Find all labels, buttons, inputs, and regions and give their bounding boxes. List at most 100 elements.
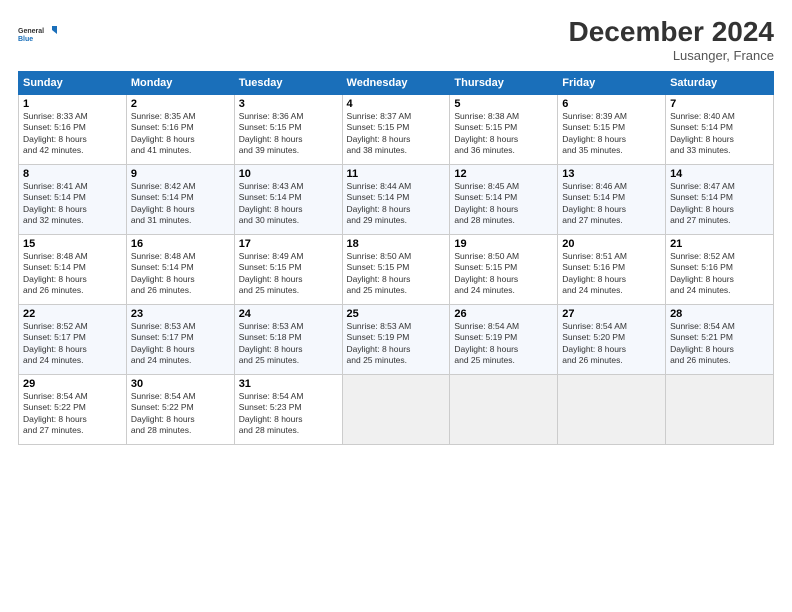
day-number: 29 xyxy=(23,378,122,390)
day-number: 9 xyxy=(131,168,230,180)
day-info: Sunrise: 8:44 AMSunset: 5:14 PMDaylight:… xyxy=(347,181,412,225)
day-number: 17 xyxy=(239,238,338,250)
day-number: 22 xyxy=(23,308,122,320)
day-info: Sunrise: 8:43 AMSunset: 5:14 PMDaylight:… xyxy=(239,181,304,225)
subtitle: Lusanger, France xyxy=(569,48,774,63)
calendar-cell xyxy=(450,375,558,445)
day-number: 24 xyxy=(239,308,338,320)
col-sunday: Sunday xyxy=(19,72,127,95)
day-info: Sunrise: 8:54 AMSunset: 5:19 PMDaylight:… xyxy=(454,321,519,365)
svg-text:General: General xyxy=(18,28,44,35)
day-info: Sunrise: 8:47 AMSunset: 5:14 PMDaylight:… xyxy=(670,181,735,225)
day-number: 7 xyxy=(670,98,769,110)
calendar-cell: 23Sunrise: 8:53 AMSunset: 5:17 PMDayligh… xyxy=(126,305,234,375)
day-info: Sunrise: 8:50 AMSunset: 5:15 PMDaylight:… xyxy=(454,251,519,295)
calendar-cell: 14Sunrise: 8:47 AMSunset: 5:14 PMDayligh… xyxy=(666,165,774,235)
day-number: 3 xyxy=(239,98,338,110)
calendar-row-1: 8Sunrise: 8:41 AMSunset: 5:14 PMDaylight… xyxy=(19,165,774,235)
calendar-cell: 11Sunrise: 8:44 AMSunset: 5:14 PMDayligh… xyxy=(342,165,450,235)
day-number: 18 xyxy=(347,238,446,250)
day-info: Sunrise: 8:51 AMSunset: 5:16 PMDaylight:… xyxy=(562,251,627,295)
calendar-cell: 25Sunrise: 8:53 AMSunset: 5:19 PMDayligh… xyxy=(342,305,450,375)
day-info: Sunrise: 8:39 AMSunset: 5:15 PMDaylight:… xyxy=(562,111,627,155)
calendar-cell: 13Sunrise: 8:46 AMSunset: 5:14 PMDayligh… xyxy=(558,165,666,235)
calendar-row-0: 1Sunrise: 8:33 AMSunset: 5:16 PMDaylight… xyxy=(19,95,774,165)
calendar-cell: 28Sunrise: 8:54 AMSunset: 5:21 PMDayligh… xyxy=(666,305,774,375)
col-thursday: Thursday xyxy=(450,72,558,95)
calendar-cell: 15Sunrise: 8:48 AMSunset: 5:14 PMDayligh… xyxy=(19,235,127,305)
day-info: Sunrise: 8:37 AMSunset: 5:15 PMDaylight:… xyxy=(347,111,412,155)
calendar-cell: 12Sunrise: 8:45 AMSunset: 5:14 PMDayligh… xyxy=(450,165,558,235)
day-number: 8 xyxy=(23,168,122,180)
day-number: 10 xyxy=(239,168,338,180)
day-number: 16 xyxy=(131,238,230,250)
calendar-cell: 20Sunrise: 8:51 AMSunset: 5:16 PMDayligh… xyxy=(558,235,666,305)
day-info: Sunrise: 8:46 AMSunset: 5:14 PMDaylight:… xyxy=(562,181,627,225)
day-info: Sunrise: 8:54 AMSunset: 5:22 PMDaylight:… xyxy=(23,391,88,435)
day-number: 11 xyxy=(347,168,446,180)
main-title: December 2024 xyxy=(569,16,774,48)
day-info: Sunrise: 8:52 AMSunset: 5:17 PMDaylight:… xyxy=(23,321,88,365)
calendar-cell: 4Sunrise: 8:37 AMSunset: 5:15 PMDaylight… xyxy=(342,95,450,165)
day-number: 21 xyxy=(670,238,769,250)
col-tuesday: Tuesday xyxy=(234,72,342,95)
calendar-cell: 6Sunrise: 8:39 AMSunset: 5:15 PMDaylight… xyxy=(558,95,666,165)
calendar-cell: 7Sunrise: 8:40 AMSunset: 5:14 PMDaylight… xyxy=(666,95,774,165)
svg-text:Blue: Blue xyxy=(18,36,33,43)
day-info: Sunrise: 8:54 AMSunset: 5:21 PMDaylight:… xyxy=(670,321,735,365)
calendar-cell: 27Sunrise: 8:54 AMSunset: 5:20 PMDayligh… xyxy=(558,305,666,375)
day-number: 31 xyxy=(239,378,338,390)
calendar-cell xyxy=(558,375,666,445)
day-number: 28 xyxy=(670,308,769,320)
day-info: Sunrise: 8:50 AMSunset: 5:15 PMDaylight:… xyxy=(347,251,412,295)
day-info: Sunrise: 8:38 AMSunset: 5:15 PMDaylight:… xyxy=(454,111,519,155)
day-info: Sunrise: 8:53 AMSunset: 5:19 PMDaylight:… xyxy=(347,321,412,365)
calendar-cell: 8Sunrise: 8:41 AMSunset: 5:14 PMDaylight… xyxy=(19,165,127,235)
day-number: 30 xyxy=(131,378,230,390)
day-info: Sunrise: 8:52 AMSunset: 5:16 PMDaylight:… xyxy=(670,251,735,295)
calendar-cell: 1Sunrise: 8:33 AMSunset: 5:16 PMDaylight… xyxy=(19,95,127,165)
day-info: Sunrise: 8:42 AMSunset: 5:14 PMDaylight:… xyxy=(131,181,196,225)
calendar-cell: 30Sunrise: 8:54 AMSunset: 5:22 PMDayligh… xyxy=(126,375,234,445)
calendar-cell: 21Sunrise: 8:52 AMSunset: 5:16 PMDayligh… xyxy=(666,235,774,305)
day-info: Sunrise: 8:49 AMSunset: 5:15 PMDaylight:… xyxy=(239,251,304,295)
calendar-cell xyxy=(666,375,774,445)
day-number: 14 xyxy=(670,168,769,180)
day-info: Sunrise: 8:45 AMSunset: 5:14 PMDaylight:… xyxy=(454,181,519,225)
day-info: Sunrise: 8:54 AMSunset: 5:22 PMDaylight:… xyxy=(131,391,196,435)
day-number: 25 xyxy=(347,308,446,320)
day-info: Sunrise: 8:54 AMSunset: 5:20 PMDaylight:… xyxy=(562,321,627,365)
calendar-row-3: 22Sunrise: 8:52 AMSunset: 5:17 PMDayligh… xyxy=(19,305,774,375)
day-number: 12 xyxy=(454,168,553,180)
calendar-cell: 18Sunrise: 8:50 AMSunset: 5:15 PMDayligh… xyxy=(342,235,450,305)
day-number: 4 xyxy=(347,98,446,110)
calendar-table: Sunday Monday Tuesday Wednesday Thursday… xyxy=(18,71,774,445)
day-info: Sunrise: 8:36 AMSunset: 5:15 PMDaylight:… xyxy=(239,111,304,155)
col-friday: Friday xyxy=(558,72,666,95)
day-info: Sunrise: 8:53 AMSunset: 5:18 PMDaylight:… xyxy=(239,321,304,365)
day-info: Sunrise: 8:35 AMSunset: 5:16 PMDaylight:… xyxy=(131,111,196,155)
calendar-cell: 10Sunrise: 8:43 AMSunset: 5:14 PMDayligh… xyxy=(234,165,342,235)
col-wednesday: Wednesday xyxy=(342,72,450,95)
logo: General Blue xyxy=(18,16,58,52)
day-number: 27 xyxy=(562,308,661,320)
calendar-cell: 5Sunrise: 8:38 AMSunset: 5:15 PMDaylight… xyxy=(450,95,558,165)
day-number: 13 xyxy=(562,168,661,180)
col-monday: Monday xyxy=(126,72,234,95)
day-number: 15 xyxy=(23,238,122,250)
calendar-cell: 31Sunrise: 8:54 AMSunset: 5:23 PMDayligh… xyxy=(234,375,342,445)
day-info: Sunrise: 8:48 AMSunset: 5:14 PMDaylight:… xyxy=(131,251,196,295)
calendar-cell: 19Sunrise: 8:50 AMSunset: 5:15 PMDayligh… xyxy=(450,235,558,305)
day-info: Sunrise: 8:53 AMSunset: 5:17 PMDaylight:… xyxy=(131,321,196,365)
col-saturday: Saturday xyxy=(666,72,774,95)
day-number: 23 xyxy=(131,308,230,320)
header-row: Sunday Monday Tuesday Wednesday Thursday… xyxy=(19,72,774,95)
day-info: Sunrise: 8:54 AMSunset: 5:23 PMDaylight:… xyxy=(239,391,304,435)
day-number: 1 xyxy=(23,98,122,110)
calendar-cell: 29Sunrise: 8:54 AMSunset: 5:22 PMDayligh… xyxy=(19,375,127,445)
day-number: 19 xyxy=(454,238,553,250)
calendar-cell: 16Sunrise: 8:48 AMSunset: 5:14 PMDayligh… xyxy=(126,235,234,305)
calendar-cell: 17Sunrise: 8:49 AMSunset: 5:15 PMDayligh… xyxy=(234,235,342,305)
day-info: Sunrise: 8:33 AMSunset: 5:16 PMDaylight:… xyxy=(23,111,88,155)
calendar-cell: 22Sunrise: 8:52 AMSunset: 5:17 PMDayligh… xyxy=(19,305,127,375)
